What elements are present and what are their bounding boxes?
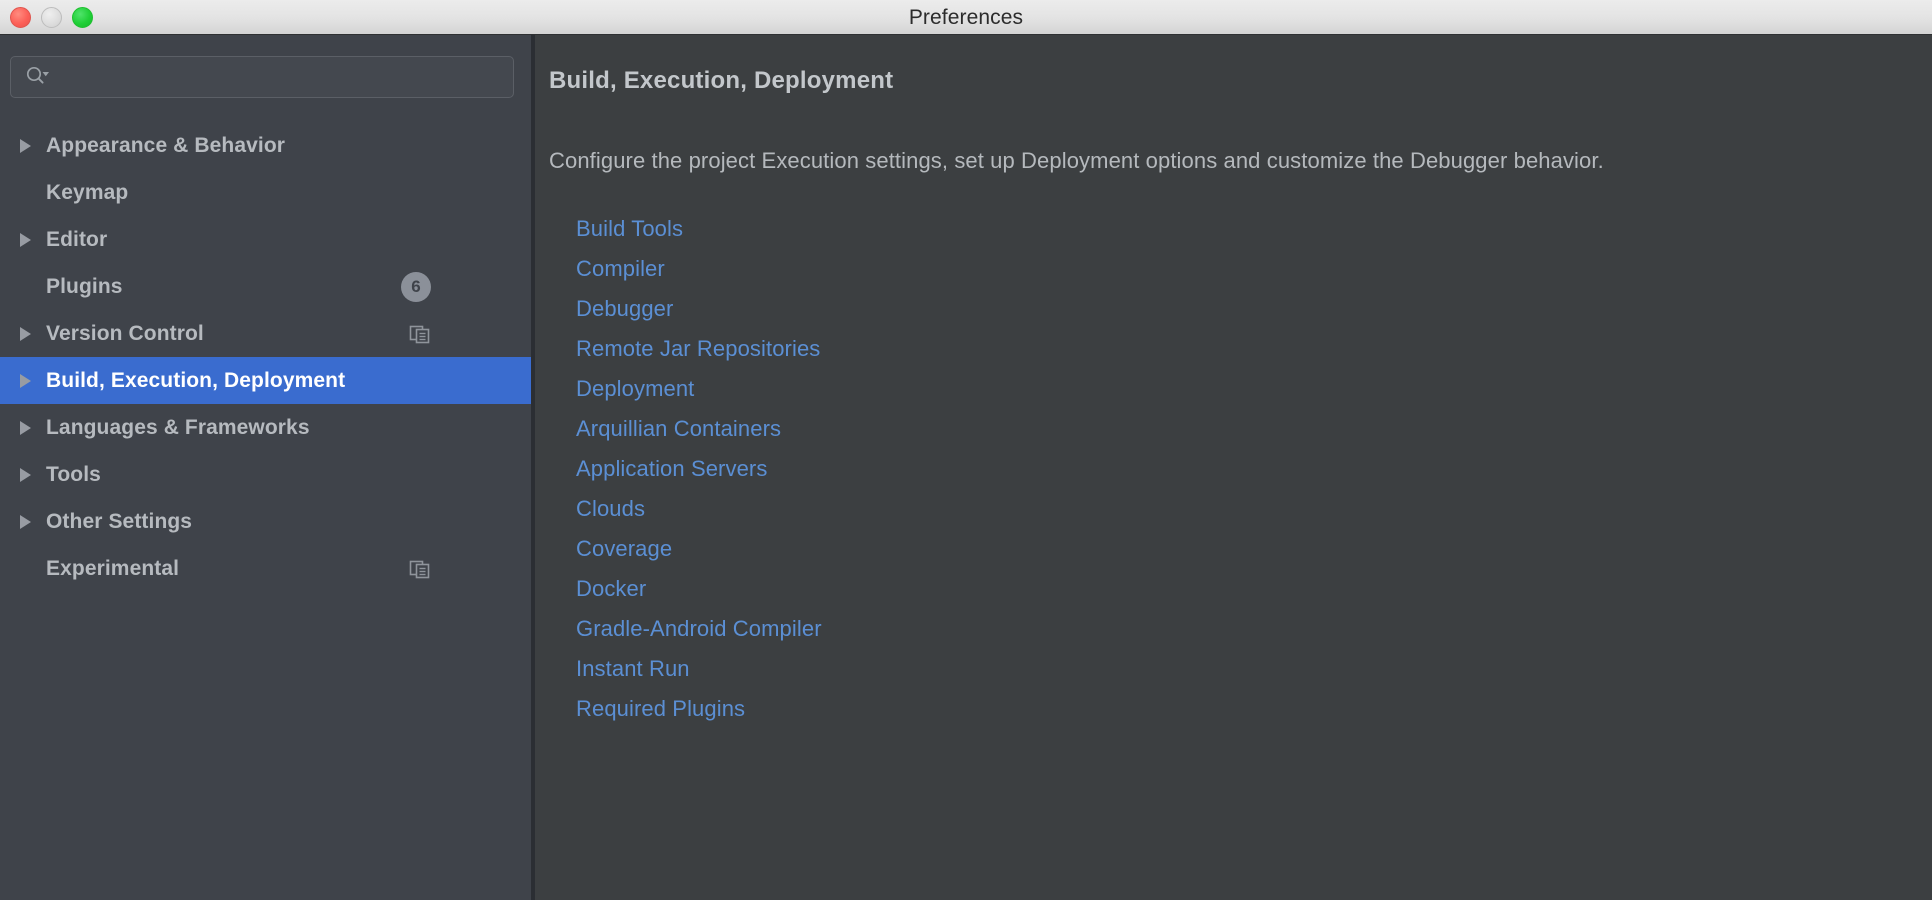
- sidebar-item-label: Keymap: [46, 180, 129, 204]
- sidebar-item-label: Version Control: [46, 321, 204, 345]
- search-input[interactable]: [51, 57, 513, 97]
- copy-icon[interactable]: [409, 323, 431, 345]
- sidebar-item-label: Experimental: [46, 556, 180, 580]
- subsection-link[interactable]: Arquillian Containers: [576, 409, 822, 449]
- sidebar-item-appearance-behavior[interactable]: Appearance & Behavior: [0, 122, 531, 169]
- sidebar-item-label: Other Settings: [46, 509, 193, 533]
- expand-triangle-icon[interactable]: [20, 357, 46, 404]
- subsection-link[interactable]: Clouds: [576, 489, 822, 529]
- sidebar-item-label: Appearance & Behavior: [46, 133, 286, 157]
- subsection-link[interactable]: Build Tools: [576, 209, 822, 249]
- search-icon: [25, 66, 51, 89]
- sidebar-item-languages-frameworks[interactable]: Languages & Frameworks: [0, 404, 531, 451]
- subsection-link[interactable]: Debugger: [576, 289, 822, 329]
- subsection-link[interactable]: Instant Run: [576, 649, 822, 689]
- status-badge: 6: [401, 271, 431, 302]
- subsection-link[interactable]: Coverage: [576, 529, 822, 569]
- subsection-link[interactable]: Remote Jar Repositories: [576, 329, 822, 369]
- sidebar-item-label: Languages & Frameworks: [46, 415, 310, 439]
- sidebar-item-label: Editor: [46, 227, 108, 251]
- sidebar-item-tools[interactable]: Tools: [0, 451, 531, 498]
- search-field[interactable]: [10, 56, 514, 98]
- expand-triangle-icon[interactable]: [20, 404, 46, 451]
- sidebar-item-keymap[interactable]: Keymap: [0, 169, 531, 216]
- subsection-link[interactable]: Deployment: [576, 369, 822, 409]
- settings-tree: Appearance & Behavior Keymap Editor Plugins…: [0, 122, 531, 592]
- sidebar-item-version-control[interactable]: Version Control: [0, 310, 531, 357]
- window-title: Preferences: [908, 6, 1024, 29]
- expand-triangle-icon[interactable]: [20, 498, 46, 545]
- sidebar-item-build-execution-deployment[interactable]: Build, Execution, Deployment: [0, 357, 531, 404]
- settings-sidebar: Appearance & Behavior Keymap Editor Plugins…: [0, 35, 531, 900]
- title-bar: Preferences: [0, 0, 1932, 35]
- subsection-link[interactable]: Application Servers: [576, 449, 822, 489]
- expand-triangle-icon[interactable]: [20, 216, 46, 263]
- subsection-link[interactable]: Compiler: [576, 249, 822, 289]
- expand-triangle-icon[interactable]: [20, 451, 46, 498]
- detail-panel: Build, Execution, Deployment Configure t…: [535, 35, 1932, 900]
- subsection-link-list: Build Tools Compiler Debugger Remote Jar Re…: [576, 209, 822, 729]
- subsection-link[interactable]: Docker: [576, 569, 822, 609]
- window-content: Appearance & Behavior Keymap Editor Plugins…: [0, 35, 1932, 900]
- sidebar-item-experimental[interactable]: Experimental: [0, 545, 531, 592]
- copy-icon[interactable]: [409, 558, 431, 580]
- sidebar-item-label: Tools: [46, 462, 101, 486]
- page-title: Build, Execution, Deployment: [549, 67, 894, 94]
- sidebar-item-editor[interactable]: Editor: [0, 216, 531, 263]
- sidebar-item-other-settings[interactable]: Other Settings: [0, 498, 531, 545]
- page-description: Configure the project Execution settings…: [549, 148, 1604, 173]
- sidebar-item-label: Build, Execution, Deployment: [46, 368, 346, 392]
- preferences-window: Preferences Appearance & Behavior Keymap E…: [0, 0, 1932, 900]
- expand-triangle-icon[interactable]: [20, 310, 46, 357]
- subsection-link[interactable]: Gradle-Android Compiler: [576, 609, 822, 649]
- sidebar-item-label: Plugins: [46, 274, 123, 298]
- expand-triangle-icon[interactable]: [20, 122, 46, 169]
- subsection-link[interactable]: Required Plugins: [576, 689, 822, 729]
- sidebar-item-plugins[interactable]: Plugins 6: [0, 263, 531, 310]
